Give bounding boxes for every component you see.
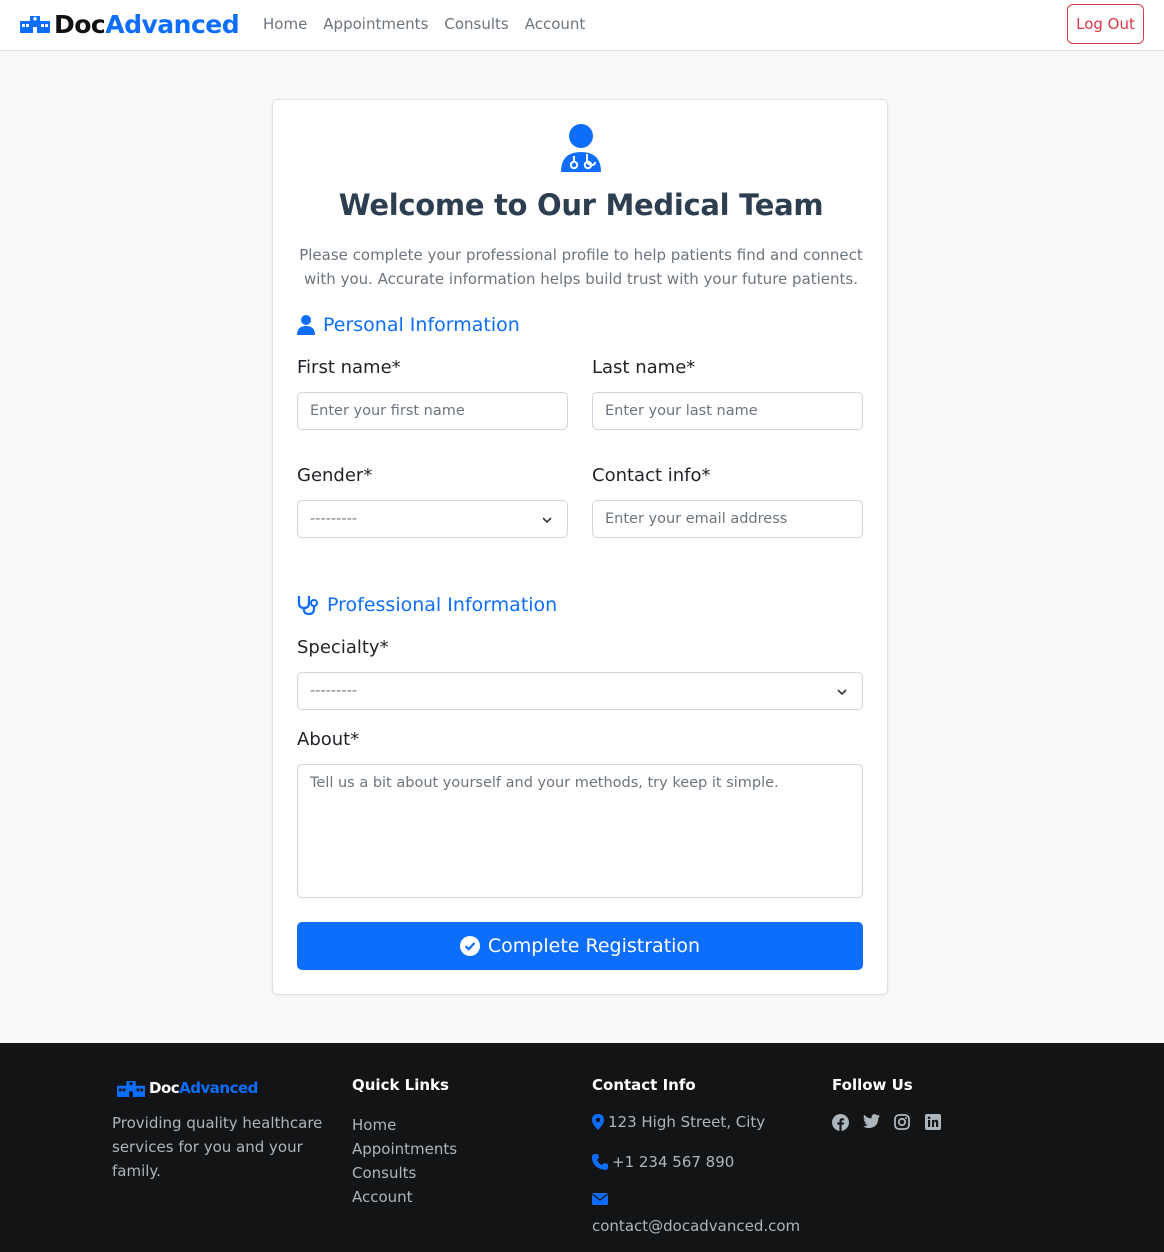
nav-link-consults[interactable]: Consults [444, 15, 508, 33]
map-marker-icon [592, 1114, 604, 1130]
gender-select[interactable]: --------- [297, 500, 568, 538]
contact-info-heading: Contact Info [592, 1076, 696, 1094]
twitter-icon[interactable] [863, 1114, 880, 1131]
registration-card: Welcome to Our Medical Team Please compl… [272, 99, 888, 995]
footer-address-text: 123 High Street, City [608, 1113, 766, 1131]
chevron-down-icon [837, 689, 847, 696]
specialty-select-value: --------- [310, 683, 358, 699]
hospital-icon [117, 1080, 145, 1097]
complete-registration-button[interactable]: Complete Registration [297, 922, 863, 970]
footer-brand-doc: Doc [149, 1079, 180, 1097]
footer-brand[interactable]: DocAdvanced [117, 1079, 258, 1097]
first-name-input[interactable]: Enter your first name [297, 392, 568, 430]
page-description: Please complete your professional profil… [299, 246, 863, 288]
nav-link-appointments[interactable]: Appointments [323, 15, 428, 33]
contact-info-label: Contact info* [592, 465, 711, 486]
nav-links: Home Appointments Consults Account [263, 15, 601, 33]
footer-phone: +1 234 567 890 [592, 1153, 734, 1171]
user-icon [297, 315, 315, 335]
navbar: DocAdvanced Home Appointments Consults A… [0, 0, 1164, 51]
hospital-icon [20, 16, 50, 33]
footer-email-text[interactable]: contact@docadvanced.com [592, 1217, 800, 1235]
follow-us-heading: Follow Us [832, 1076, 913, 1094]
phone-icon [592, 1154, 608, 1170]
last-name-input[interactable]: Enter your last name [592, 392, 863, 430]
about-textarea[interactable]: Tell us a bit about yourself and your me… [297, 764, 863, 898]
brand-name-advanced: Advanced [105, 9, 240, 39]
first-name-label: First name* [297, 357, 401, 378]
personal-info-heading: Personal Information [297, 314, 520, 336]
footer-email-icon-row [592, 1193, 612, 1205]
instagram-icon[interactable] [894, 1114, 911, 1131]
specialty-label: Specialty* [297, 637, 389, 658]
nav-link-account[interactable]: Account [525, 15, 586, 33]
footer-brand-advanced: Advanced [179, 1079, 258, 1097]
contact-info-input[interactable]: Enter your email address [592, 500, 863, 538]
brand-logo[interactable]: DocAdvanced [20, 8, 240, 40]
social-icons [832, 1114, 956, 1131]
page-title: Welcome to Our Medical Team [338, 188, 824, 222]
footer-email: contact@docadvanced.com [592, 1217, 800, 1235]
footer-address: 123 High Street, City [592, 1113, 765, 1131]
footer-phone-text: +1 234 567 890 [612, 1153, 735, 1171]
facebook-icon[interactable] [832, 1114, 849, 1131]
personal-info-label: Personal Information [323, 314, 520, 336]
footer-link-consults[interactable]: Consults [352, 1161, 457, 1185]
stethoscope-icon [297, 596, 318, 615]
nav-link-home[interactable]: Home [263, 15, 307, 33]
envelope-icon [592, 1193, 608, 1205]
quick-links-list: Home Appointments Consults Account [352, 1113, 457, 1209]
complete-registration-label: Complete Registration [487, 935, 701, 957]
specialty-select[interactable]: --------- [297, 672, 863, 710]
gender-select-value: --------- [310, 511, 358, 527]
professional-info-heading: Professional Information [297, 594, 557, 616]
brand-name-doc: Doc [54, 9, 106, 39]
user-doctor-icon [561, 124, 601, 172]
footer-link-home[interactable]: Home [352, 1113, 457, 1137]
footer: DocAdvanced Providing quality healthcare… [0, 1043, 1164, 1252]
about-label: About* [297, 729, 360, 750]
linkedin-icon[interactable] [925, 1114, 942, 1131]
chevron-down-icon [542, 517, 552, 524]
gender-label: Gender* [297, 465, 373, 486]
last-name-label: Last name* [592, 357, 696, 378]
footer-link-appointments[interactable]: Appointments [352, 1137, 457, 1161]
quick-links-heading: Quick Links [352, 1076, 449, 1094]
footer-link-account[interactable]: Account [352, 1185, 457, 1209]
footer-tagline: Providing quality healthcare services fo… [112, 1114, 323, 1180]
check-circle-icon [459, 936, 480, 956]
logout-button[interactable]: Log Out [1067, 4, 1144, 44]
professional-info-label: Professional Information [327, 594, 558, 616]
